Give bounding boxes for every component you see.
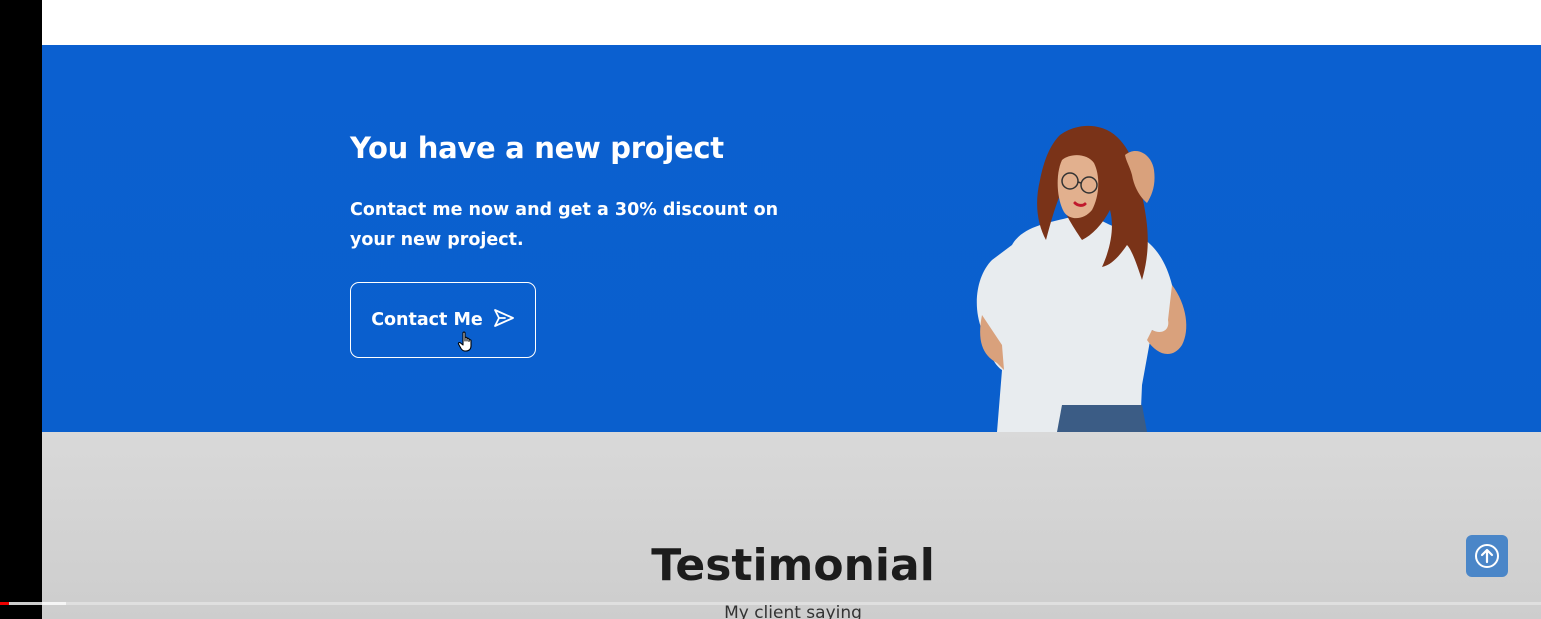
testimonial-section: Testimonial My client saying	[42, 432, 1541, 619]
contact-me-label: Contact Me	[371, 310, 483, 330]
person-photo	[976, 125, 1187, 432]
contact-me-button[interactable]: Contact Me	[350, 282, 536, 358]
testimonial-title: Testimonial	[651, 540, 935, 591]
video-progress-bar[interactable]	[0, 602, 1541, 605]
video-progress-played	[0, 602, 10, 605]
video-progress-buffered	[9, 602, 67, 605]
cta-title: You have a new project	[350, 131, 724, 165]
hand-cursor-icon	[457, 331, 477, 357]
send-icon	[493, 308, 515, 328]
arrow-up-icon	[1475, 544, 1499, 568]
page: You have a new project Contact me now an…	[42, 0, 1541, 619]
testimonial-subtitle: My client saying	[724, 603, 862, 619]
cta-description: Contact me now and get a 30% discount on…	[350, 200, 779, 250]
left-black-bar	[0, 0, 42, 619]
scroll-to-top-button[interactable]	[1466, 535, 1508, 577]
cta-section: You have a new project Contact me now an…	[42, 45, 1541, 432]
top-white-strip	[42, 0, 1541, 45]
